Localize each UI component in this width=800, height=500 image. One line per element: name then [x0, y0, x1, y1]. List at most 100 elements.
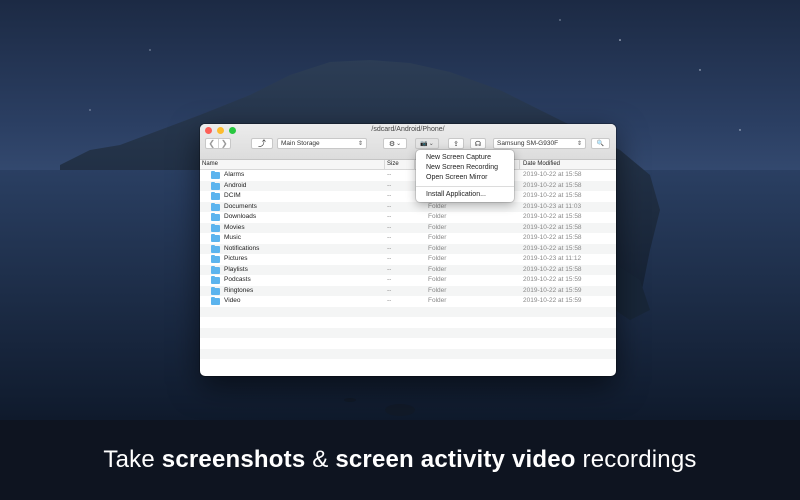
parent-folder-button[interactable]: ⤴ [251, 138, 273, 149]
file-date: 2019-10-22 at 15:58 [523, 244, 582, 252]
file-row[interactable]: Podcasts -- Folder 2019-10-22 at 15:59 [200, 275, 616, 286]
file-name: Alarms [224, 171, 245, 178]
file-kind: Folder [428, 202, 447, 210]
file-name: Pictures [224, 255, 248, 262]
file-date: 2019-10-22 at 15:59 [523, 276, 582, 283]
mirror-icon: ☊ [474, 140, 482, 148]
chevron-right-icon[interactable]: ❯ [217, 139, 231, 148]
file-date: 2019-10-23 at 11:03 [523, 202, 582, 210]
file-kind: Folder [428, 265, 447, 273]
file-browser-window: /sdcard/Android/Phone/ ❮ ❯ ⤴ Main Storag… [200, 124, 616, 376]
file-size: -- [387, 265, 392, 273]
file-row[interactable]: Music -- Folder 2019-10-22 at 15:58 [200, 233, 616, 244]
file-row[interactable]: Movies -- Folder 2019-10-22 at 15:58 [200, 222, 616, 233]
column-header-name[interactable]: Name [202, 161, 218, 167]
folder-icon [211, 286, 220, 295]
file-kind: Folder [428, 286, 447, 294]
share-button[interactable]: ⇪ [448, 138, 464, 149]
file-name: Ringtones [224, 286, 254, 294]
file-list: Alarms -- Folder 2019-10-22 at 15:58 Androi… [200, 170, 616, 370]
file-kind: Folder [428, 213, 447, 220]
file-kind: Folder [428, 297, 447, 304]
device-select[interactable]: Samsung SM-G930F ⇕ [493, 138, 586, 149]
file-name: DCIM [224, 192, 241, 199]
file-kind: Folder [428, 276, 447, 283]
folder-icon [211, 213, 220, 221]
column-header-size[interactable]: Size [387, 161, 399, 167]
column-divider[interactable] [414, 160, 415, 170]
updown-chevron-icon: ⇕ [357, 141, 363, 147]
storage-select[interactable]: Main Storage ⇕ [277, 138, 367, 149]
empty-row [200, 359, 616, 370]
file-name: Video [224, 297, 241, 304]
column-divider[interactable] [384, 160, 385, 170]
file-date: 2019-10-22 at 15:59 [523, 286, 582, 294]
caption-banner: Take screenshots & screen activity video… [0, 420, 800, 500]
menu-item-new-screen-recording[interactable]: New Screen Recording [416, 163, 514, 173]
file-row[interactable]: Ringtones -- Folder 2019-10-22 at 15:59 [200, 285, 616, 296]
file-date: 2019-10-22 at 15:58 [523, 223, 582, 231]
folder-icon [211, 181, 220, 190]
file-size: -- [387, 223, 392, 231]
share-icon: ⇪ [453, 140, 459, 148]
caption-bold: screen activity video [335, 446, 576, 473]
column-divider[interactable] [519, 160, 520, 170]
column-header-date[interactable]: Date Modified [523, 161, 560, 167]
file-date: 2019-10-22 at 15:58 [523, 234, 582, 241]
file-row[interactable]: Playlists -- Folder 2019-10-22 at 15:58 [200, 264, 616, 275]
caption-text: Take screenshots & screen activity video… [103, 446, 696, 474]
screen-mirror-button[interactable]: ☊ [470, 138, 486, 149]
file-name: Documents [224, 202, 257, 210]
chevron-down-icon: ⌄ [396, 141, 402, 147]
menu-item-new-screen-capture[interactable]: New Screen Capture [416, 153, 514, 163]
file-row[interactable]: Pictures -- Folder 2019-10-23 at 11:12 [200, 254, 616, 265]
folder-icon [211, 265, 220, 274]
file-row[interactable]: Android--Folder2019-10-22 at 15:58 [200, 180, 616, 191]
menu-item-install-application[interactable]: Install Application... [416, 190, 514, 200]
gear-icon: ⚙ [388, 140, 396, 148]
camera-dropdown-menu: New Screen Capture New Screen Recording … [416, 150, 514, 202]
file-size: -- [387, 213, 392, 220]
chevron-left-icon[interactable]: ❮ [206, 139, 218, 148]
file-size: -- [387, 192, 392, 199]
folder-icon [211, 234, 220, 242]
file-row[interactable]: Video -- Folder 2019-10-22 at 15:59 [200, 296, 616, 307]
camera-menu-button[interactable]: 📷 ⌄ [415, 138, 439, 149]
file-size: -- [387, 181, 392, 189]
empty-row [200, 317, 616, 328]
device-select-value: Samsung SM-G930F [497, 140, 559, 147]
file-size: -- [387, 171, 392, 178]
storage-select-value: Main Storage [281, 140, 320, 147]
folder-icon [211, 276, 220, 284]
file-date: 2019-10-22 at 15:58 [523, 171, 582, 178]
title-bar: /sdcard/Android/Phone/ ❮ ❯ ⤴ Main Storag… [200, 124, 616, 160]
file-row[interactable]: DCIM--Folder2019-10-22 at 15:58 [200, 191, 616, 202]
folder-icon [211, 297, 220, 305]
caption-part: & [305, 446, 336, 473]
up-arrow-icon: ⤴ [258, 139, 266, 148]
folder-icon [211, 244, 220, 253]
file-kind: Folder [428, 255, 447, 262]
file-name: Podcasts [224, 276, 251, 283]
empty-row [200, 306, 616, 317]
file-size: -- [387, 244, 392, 252]
file-row[interactable]: Notifications -- Folder 2019-10-22 at 15:58 [200, 243, 616, 254]
caption-bold: screenshots [161, 446, 306, 473]
settings-menu-button[interactable]: ⚙ ⌄ [383, 138, 407, 149]
empty-row [200, 348, 616, 359]
file-date: 2019-10-22 at 15:58 [523, 192, 582, 199]
file-date: 2019-10-22 at 15:58 [523, 181, 582, 189]
file-row[interactable]: Downloads -- Folder 2019-10-22 at 15:58 [200, 212, 616, 223]
file-row[interactable]: Documents -- Folder 2019-10-23 at 11:03 [200, 201, 616, 212]
menu-item-open-screen-mirror[interactable]: Open Screen Mirror [416, 173, 514, 183]
file-list-header: Name Size Date Modified [200, 160, 616, 170]
file-row[interactable]: Alarms--Folder2019-10-22 at 15:58 [200, 170, 616, 181]
search-button[interactable]: 🔍 [591, 138, 610, 149]
folder-icon [211, 202, 220, 211]
camera-icon: 📷 [420, 141, 428, 147]
file-size: -- [387, 276, 392, 283]
file-kind: Folder [428, 234, 447, 241]
caption-part: recordings [575, 446, 697, 473]
navigation-buttons: ❮ ❯ [205, 138, 231, 149]
menu-separator [416, 186, 514, 187]
